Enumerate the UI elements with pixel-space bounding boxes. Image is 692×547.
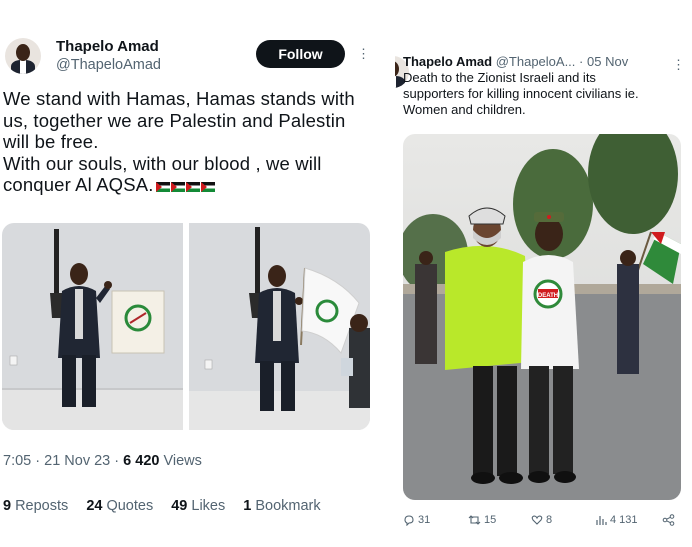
quotes-stat[interactable]: 24 Quotes (86, 498, 153, 514)
reply-button[interactable]: 31 (403, 514, 430, 526)
likes-stat[interactable]: 49 Likes (171, 498, 225, 514)
more-options-icon[interactable]: ⋮ (357, 47, 370, 60)
user-display-name[interactable]: Thapelo Amad (403, 54, 492, 69)
tweet-date[interactable]: 21 Nov 23 (44, 453, 110, 469)
views-count: 4 131 (610, 514, 638, 526)
share-button[interactable] (662, 514, 675, 526)
tweet-header: Thapelo Amad @ThapeloA... · 05 Nov (403, 54, 628, 69)
views-chart-icon (596, 516, 607, 525)
tweet-date[interactable]: 05 Nov (587, 54, 628, 69)
user-handle[interactable]: @ThapeloA... (496, 54, 576, 69)
reply-icon (404, 515, 414, 526)
quotes-label: Quotes (106, 498, 154, 514)
tweet-photo-1[interactable] (2, 223, 183, 430)
left-tweet: Thapelo Amad @ThapeloAmad Follow ⋮ We st… (0, 30, 375, 520)
repost-icon (468, 515, 481, 525)
more-options-icon[interactable]: ⋮ (672, 58, 685, 71)
likes-count: 49 (171, 498, 188, 514)
follow-button[interactable]: Follow (256, 40, 345, 68)
share-icon (662, 514, 675, 526)
bookmarks-count: 1 (243, 498, 252, 514)
tweet-stats: 9 Reposts 24 Quotes 49 Likes 1 Bookmark (3, 498, 335, 514)
tweet-meta: 7:05 · 21 Nov 23 · 6 420 Views (3, 453, 202, 469)
palestine-flag-icon (155, 175, 216, 197)
heart-icon (531, 515, 543, 525)
tweet-text: Death to the Zionist Israeli and its sup… (403, 70, 639, 117)
user-display-name[interactable]: Thapelo Amad (56, 38, 159, 55)
bookmarks-label: Bookmark (255, 498, 321, 514)
tweet-photo-2[interactable] (189, 223, 370, 430)
bookmarks-stat[interactable]: 1 Bookmark (243, 498, 320, 514)
meta-separator: · (35, 453, 41, 469)
repost-count: 15 (484, 514, 497, 526)
quotes-count: 24 (86, 498, 103, 514)
like-count: 8 (546, 514, 553, 526)
header-separator: · (579, 54, 584, 69)
tweet-photo[interactable]: DEATH (403, 134, 681, 500)
tweet-actions: 31 15 8 4 131 (403, 514, 683, 530)
repost-button[interactable]: 15 (468, 514, 496, 526)
user-handle[interactable]: @ThapeloAmad (56, 57, 161, 73)
views-button[interactable]: 4 131 (595, 514, 638, 526)
user-avatar[interactable] (5, 38, 41, 74)
tweet-text: We stand with Hamas, Hamas stands with u… (3, 88, 375, 197)
right-tweet: Thapelo Amad @ThapeloA... · 05 Nov ⋮ Dea… (395, 46, 692, 536)
meta-separator: · (114, 453, 120, 469)
tshirt-text: DEATH (538, 293, 558, 299)
views-label: Views (163, 453, 202, 469)
like-button[interactable]: 8 (531, 514, 552, 526)
reposts-label: Reposts (15, 498, 69, 514)
views-count: 6 420 (123, 453, 160, 469)
reposts-stat[interactable]: 9 Reposts (3, 498, 68, 514)
tweet-time[interactable]: 7:05 (3, 453, 31, 469)
likes-label: Likes (191, 498, 226, 514)
reply-count: 31 (418, 514, 431, 526)
reposts-count: 9 (3, 498, 12, 514)
